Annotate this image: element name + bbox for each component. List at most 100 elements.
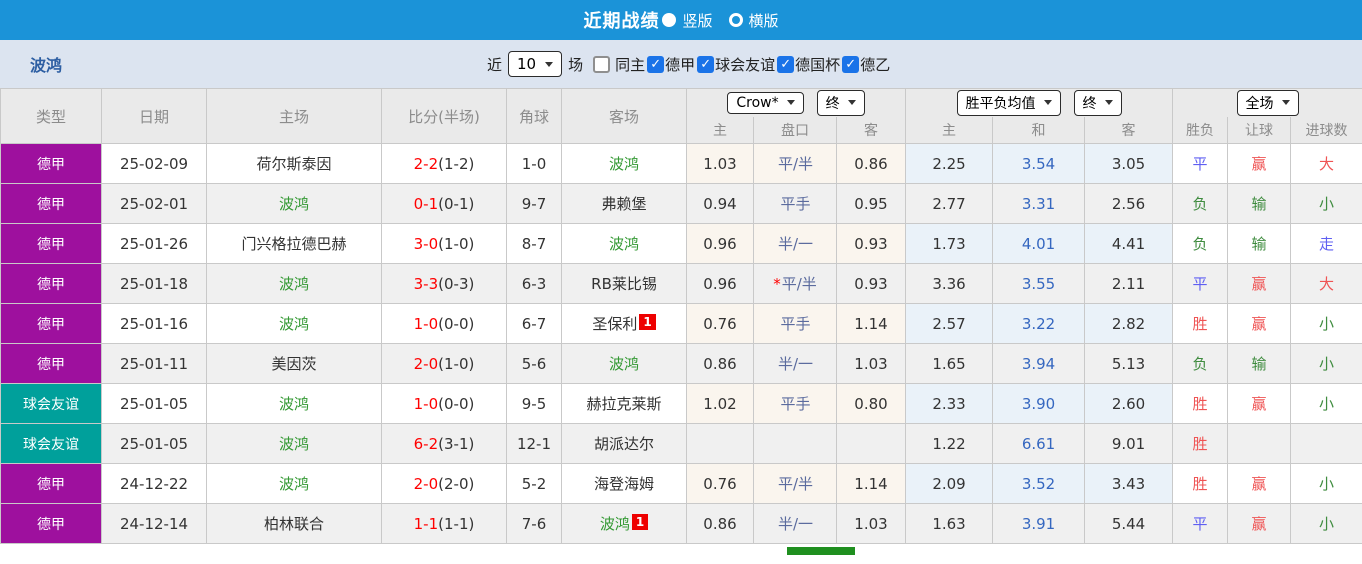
table-row: 德甲 24-12-22 波鸿 2-0(2-0) 5-2 海登海姆 0.76 平/…: [1, 464, 1362, 504]
half-time-score: (1-0): [438, 355, 474, 373]
odds-time-select-1[interactable]: 终: [817, 90, 865, 116]
header-date: 日期: [102, 89, 207, 144]
half-time-score: (0-0): [438, 395, 474, 413]
header-type: 类型: [1, 89, 102, 144]
handicap-value: 平/半: [782, 275, 817, 293]
score-cell: 2-0(1-0): [382, 344, 507, 384]
subheader-result: 胜负: [1173, 117, 1228, 144]
score-cell: 1-0(0-0): [382, 304, 507, 344]
avg-home-odds-cell: 1.65: [906, 344, 993, 384]
title-bar: 近期战绩 竖版 横版: [0, 0, 1362, 40]
avg-odds-select[interactable]: 胜平负均值: [957, 90, 1061, 116]
goals-result-cell: 走: [1291, 224, 1362, 264]
header-home: 主场: [207, 89, 382, 144]
avg-away-odds-cell: 5.44: [1085, 504, 1173, 544]
same-home-checkbox[interactable]: [593, 56, 610, 73]
result-cell: 负: [1173, 344, 1228, 384]
corner-cell: 7-6: [507, 504, 562, 544]
league-checkbox-dfb-pokal[interactable]: ✓: [777, 56, 794, 73]
avg-away-odds-cell: 2.82: [1085, 304, 1173, 344]
recent-results-panel: 近期战绩 竖版 横版 波鸿 近 10 场 同主 ✓ 德甲 ✓ 球会友谊 ✓ 德国…: [0, 0, 1362, 564]
avg-draw-odds-cell: 6.61: [993, 424, 1085, 464]
table-row: 球会友谊 25-01-05 波鸿 6-2(3-1) 12-1 胡派达尔 1.22…: [1, 424, 1362, 464]
radio-horizontal-layout[interactable]: [729, 13, 743, 27]
crow-home-odds-cell: 0.76: [687, 304, 754, 344]
result-cell: 胜: [1173, 424, 1228, 464]
chevron-down-icon: [1282, 100, 1290, 105]
league-checkbox-bundesliga2[interactable]: ✓: [842, 56, 859, 73]
date-cell: 25-01-16: [102, 304, 207, 344]
handicap-value: 平/半: [778, 475, 813, 493]
crow-away-odds-cell: 1.03: [837, 504, 906, 544]
away-team-name: 赫拉克莱斯: [586, 395, 661, 413]
handicap-value: 平手: [780, 395, 810, 413]
crow-home-odds-cell: 0.76: [687, 464, 754, 504]
half-time-score: (2-0): [438, 475, 474, 493]
away-team-name: RB莱比锡: [591, 275, 657, 293]
avg-home-odds-cell: 2.09: [906, 464, 993, 504]
goals-result-cell: 小: [1291, 344, 1362, 384]
radio-vertical-label[interactable]: 竖版: [682, 10, 712, 31]
half-time-score: (1-0): [438, 235, 474, 253]
bottom-strip: [0, 544, 1362, 555]
page-title: 近期战绩: [583, 7, 659, 33]
handicap-cell: 半/一: [754, 504, 837, 544]
score-cell: 3-0(1-0): [382, 224, 507, 264]
league-checkbox-bundesliga[interactable]: ✓: [647, 56, 664, 73]
subheader-avg-draw: 和: [993, 117, 1085, 144]
radio-horizontal-label[interactable]: 横版: [749, 10, 779, 31]
avg-away-odds-cell: 2.60: [1085, 384, 1173, 424]
subheader-avg-away: 客: [1085, 117, 1173, 144]
handicap-result-cell: 输: [1228, 184, 1291, 224]
goals-result-cell: 大: [1291, 144, 1362, 184]
handicap-value: 半/一: [778, 235, 813, 253]
date-cell: 25-02-09: [102, 144, 207, 184]
crow-away-odds-cell: 1.14: [837, 304, 906, 344]
crow-away-odds-cell: 0.93: [837, 264, 906, 304]
half-time-score: (0-1): [438, 195, 474, 213]
league-checkbox-friendly[interactable]: ✓: [697, 56, 714, 73]
away-team-cell: 海登海姆: [562, 464, 687, 504]
corner-cell: 12-1: [507, 424, 562, 464]
odds-time-select-2[interactable]: 终: [1074, 90, 1122, 116]
score-cell: 6-2(3-1): [382, 424, 507, 464]
result-cell: 平: [1173, 504, 1228, 544]
away-team-name: 海登海姆: [594, 475, 654, 493]
matches-label: 场: [568, 54, 583, 75]
handicap-value: 半/一: [778, 355, 813, 373]
corner-cell: 5-2: [507, 464, 562, 504]
score-cell: 1-0(0-0): [382, 384, 507, 424]
avg-home-odds-cell: 2.77: [906, 184, 993, 224]
crow-away-odds-cell: [837, 424, 906, 464]
table-row: 球会友谊 25-01-05 波鸿 1-0(0-0) 9-5 赫拉克莱斯 1.02…: [1, 384, 1362, 424]
handicap-cell: 平手: [754, 384, 837, 424]
score-cell: 2-2(1-2): [382, 144, 507, 184]
corner-cell: 9-5: [507, 384, 562, 424]
full-time-score: 1-1: [414, 515, 439, 533]
check-icon: ✓: [845, 57, 856, 72]
bookmaker-select[interactable]: Crow*: [727, 92, 803, 114]
full-time-score: 1-0: [414, 315, 439, 333]
avg-away-odds-cell: 3.05: [1085, 144, 1173, 184]
team-name: 波鸿: [0, 52, 62, 76]
away-team-name: 波鸿: [609, 235, 639, 253]
home-team-cell: 柏林联合: [207, 504, 382, 544]
handicap-result-cell: 输: [1228, 344, 1291, 384]
handicap-result-cell: 输: [1228, 224, 1291, 264]
goals-result-cell: [1291, 424, 1362, 464]
league-type-cell: 德甲: [1, 464, 102, 504]
full-time-score: 2-0: [414, 475, 439, 493]
radio-vertical-layout[interactable]: [662, 13, 676, 27]
header-avg-group: 胜平负均值 终: [906, 89, 1173, 117]
avg-draw-odds-cell: 3.55: [993, 264, 1085, 304]
away-team-cell: 圣保利1: [562, 304, 687, 344]
crow-away-odds-cell: 0.86: [837, 144, 906, 184]
subheader-crow-home: 主: [687, 117, 754, 144]
home-team-cell: 美因茨: [207, 344, 382, 384]
half-time-score: (0-0): [438, 315, 474, 333]
recent-count-select[interactable]: 10: [508, 51, 562, 77]
check-icon: ✓: [700, 57, 711, 72]
crow-home-odds-cell: 1.02: [687, 384, 754, 424]
full-match-select[interactable]: 全场: [1237, 90, 1299, 116]
crow-home-odds-cell: [687, 424, 754, 464]
